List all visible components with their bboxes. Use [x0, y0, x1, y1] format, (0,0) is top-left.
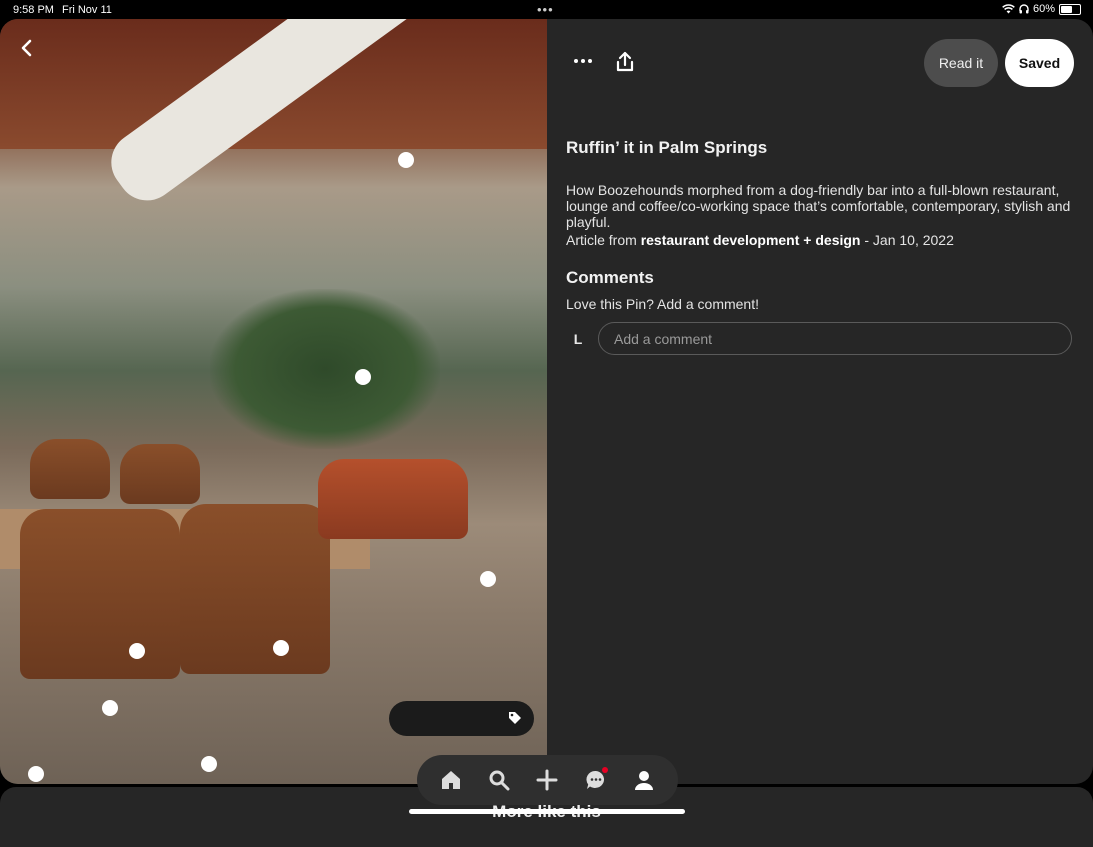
- product-hotspot[interactable]: [355, 369, 371, 385]
- tag-icon: [509, 712, 521, 724]
- status-bar: 9:58 PM Fri Nov 11 ••• 60%: [0, 0, 1093, 19]
- nav-create[interactable]: [532, 765, 562, 795]
- status-date: Fri Nov 11: [61, 4, 112, 16]
- pin-description: How Boozehounds morphed from a dog-frien…: [566, 182, 1071, 230]
- status-time: 9:58 PM: [13, 4, 54, 16]
- source-link[interactable]: restaurant development + design: [641, 232, 861, 248]
- product-hotspot[interactable]: [28, 766, 44, 782]
- comment-input[interactable]: [598, 322, 1072, 355]
- share-icon: [616, 51, 634, 72]
- source-date: - Jan 10, 2022: [860, 232, 954, 248]
- nav-profile[interactable]: [629, 765, 659, 795]
- profile-icon: [634, 771, 653, 790]
- home-icon: [442, 771, 461, 789]
- more-options-button[interactable]: [571, 49, 595, 73]
- pin-source: Article from restaurant development + de…: [566, 232, 954, 248]
- more-icon: [574, 59, 592, 63]
- product-hotspot[interactable]: [273, 640, 289, 656]
- pin-sheet: Read it Saved Ruffin’ it in Palm Springs…: [0, 19, 1093, 784]
- battery-icon: [1059, 3, 1081, 15]
- shop-tags-button[interactable]: [389, 701, 534, 736]
- product-hotspot[interactable]: [102, 700, 118, 716]
- home-indicator[interactable]: [409, 809, 685, 814]
- nav-search[interactable]: [484, 765, 514, 795]
- back-button[interactable]: [14, 35, 40, 61]
- product-hotspot[interactable]: [480, 571, 496, 587]
- pin-image[interactable]: [0, 19, 547, 784]
- product-hotspot[interactable]: [129, 643, 145, 659]
- comments-heading: Comments: [566, 268, 654, 287]
- nav-messages[interactable]: [581, 765, 611, 795]
- plus-icon: [536, 769, 558, 791]
- notification-badge: [601, 767, 608, 773]
- battery-percent: 60%: [1032, 3, 1055, 15]
- share-button[interactable]: [613, 50, 637, 74]
- pin-title: Ruffin’ it in Palm Springs: [566, 138, 768, 157]
- pin-details: Read it Saved Ruffin’ it in Palm Springs…: [547, 19, 1093, 784]
- wifi-icon: [1002, 4, 1015, 14]
- multitasking-dots-icon[interactable]: •••: [537, 2, 554, 17]
- comments-prompt: Love this Pin? Add a comment!: [566, 296, 759, 312]
- back-icon: [21, 39, 32, 57]
- headphones-icon: [1019, 4, 1029, 14]
- product-hotspot[interactable]: [398, 152, 414, 168]
- bottom-navigation: [417, 755, 678, 805]
- nav-home[interactable]: [436, 765, 466, 795]
- search-icon: [489, 770, 510, 791]
- read-it-button[interactable]: Read it: [924, 39, 998, 87]
- source-prefix: Article from: [566, 232, 641, 248]
- product-hotspot[interactable]: [201, 756, 217, 772]
- saved-button[interactable]: Saved: [1005, 39, 1074, 87]
- avatar[interactable]: L: [566, 325, 590, 353]
